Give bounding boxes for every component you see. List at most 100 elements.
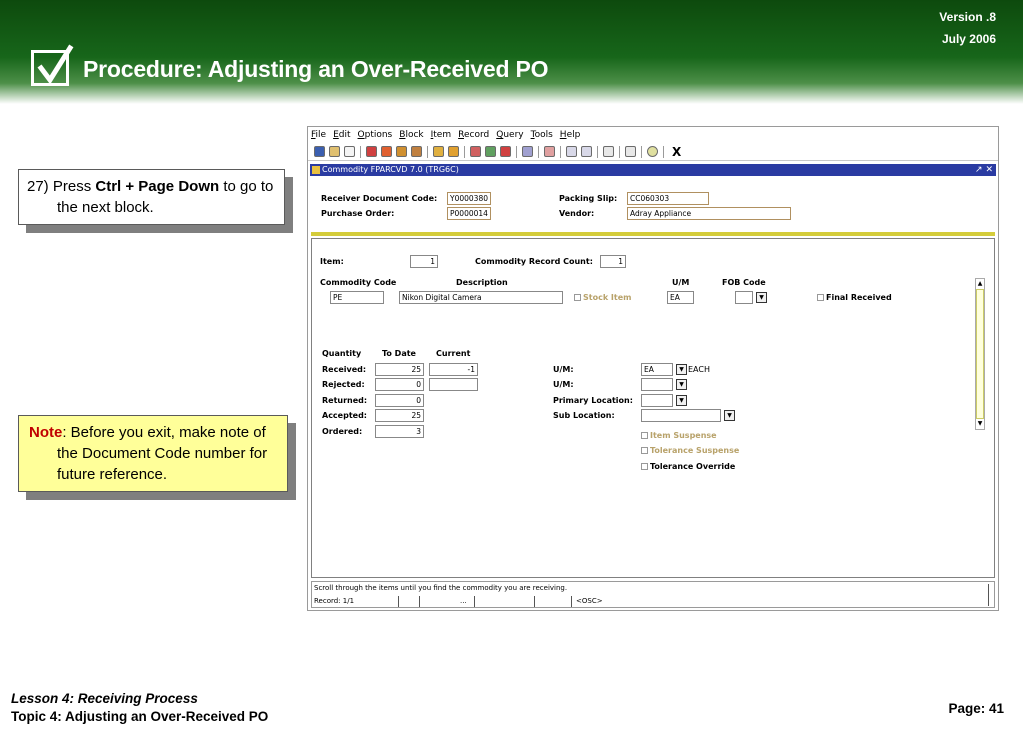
menu-tools[interactable]: Tools <box>531 130 553 140</box>
step-number: 27) <box>27 178 49 195</box>
exit-query-icon[interactable] <box>500 146 511 157</box>
next-block-icon[interactable] <box>411 146 422 157</box>
item-field[interactable]: 1 <box>410 255 438 268</box>
exit-button[interactable]: X <box>672 145 681 159</box>
fob-code-dropdown-icon[interactable]: ▼ <box>756 292 767 303</box>
commodity-code-field[interactable]: PE <box>330 291 384 304</box>
stock-item-checkbox[interactable]: Stock Item <box>574 293 632 302</box>
receiver-doc-field[interactable]: Y0000380 <box>447 192 491 205</box>
accepted-to-date-field[interactable]: 25 <box>375 409 424 422</box>
toolbar-separator <box>464 145 465 158</box>
received-current-field[interactable]: -1 <box>429 363 478 376</box>
footer-lesson-info: Lesson 4: Receiving Process Topic 4: Adj… <box>11 690 268 726</box>
toolbar-separator <box>516 145 517 158</box>
status-divider <box>534 596 535 607</box>
calculator-icon[interactable] <box>566 146 577 157</box>
menu-file[interactable]: File <box>311 130 326 140</box>
returned-label: Returned: <box>322 396 368 405</box>
move-icon[interactable] <box>625 146 636 157</box>
menu-bar: File Edit Options Block Item Record Quer… <box>308 127 998 143</box>
checkmark-icon <box>31 44 74 86</box>
rollback-icon[interactable] <box>329 146 340 157</box>
form-window-icon <box>312 166 320 174</box>
execute-query-icon[interactable] <box>448 146 459 157</box>
um-field[interactable]: EA <box>667 291 694 304</box>
vendor-field[interactable]: Adray Appliance <box>627 207 791 220</box>
menu-help[interactable]: Help <box>560 130 581 140</box>
um2-dropdown-icon[interactable]: ▼ <box>676 379 687 390</box>
scroll-down-icon[interactable]: ▼ <box>976 419 984 429</box>
toolbar-separator <box>360 145 361 158</box>
primary-location-dropdown-icon[interactable]: ▼ <box>676 395 687 406</box>
um1-label: U/M: <box>553 365 574 374</box>
window-controls[interactable]: ↗ ✕ <box>975 164 993 176</box>
step-key-combo: Ctrl + Page Down <box>95 178 220 195</box>
hand-icon[interactable] <box>603 146 614 157</box>
menu-item[interactable]: Item <box>431 130 452 140</box>
returned-to-date-field[interactable]: 0 <box>375 394 424 407</box>
final-received-label: Final Received <box>826 293 892 302</box>
record-count-field[interactable]: 1 <box>600 255 626 268</box>
item-label: Item: <box>320 257 344 266</box>
form-icon[interactable] <box>485 146 496 157</box>
packing-slip-field[interactable]: CC060303 <box>627 192 709 205</box>
lesson-title: Lesson 4: Receiving Process <box>11 691 198 706</box>
received-to-date-field[interactable]: 25 <box>375 363 424 376</box>
checkbox-box <box>574 294 581 301</box>
purchase-order-field[interactable]: P0000014 <box>447 207 491 220</box>
toolbar: X <box>308 143 998 161</box>
print-icon[interactable] <box>470 146 481 157</box>
tolerance-suspense-checkbox[interactable]: Tolerance Suspense <box>641 446 739 455</box>
description-field[interactable]: Nikon Digital Camera <box>399 291 563 304</box>
form-title-bar: Commodity FPARCVD 7.0 (TRG6C) ↗ ✕ <box>310 164 996 176</box>
osc-indicator: <OSC> <box>576 597 603 605</box>
um2-field[interactable] <box>641 378 673 391</box>
page-number: Page: 41 <box>948 701 1004 716</box>
sub-location-dropdown-icon[interactable]: ▼ <box>724 410 735 421</box>
ordered-to-date-field[interactable]: 3 <box>375 425 424 438</box>
fob-code-field[interactable] <box>735 291 753 304</box>
previous-block-icon[interactable] <box>396 146 407 157</box>
tolerance-override-checkbox[interactable]: Tolerance Override <box>641 462 735 471</box>
status-divider <box>474 596 475 607</box>
remove-record-icon[interactable] <box>381 146 392 157</box>
menu-block[interactable]: Block <box>399 130 423 140</box>
topic-title: Topic 4: Adjusting an Over-Received PO <box>11 709 269 724</box>
menu-edit[interactable]: Edit <box>333 130 350 140</box>
status-divider <box>419 596 420 607</box>
rejected-label: Rejected: <box>322 380 365 389</box>
menu-query[interactable]: Query <box>496 130 523 140</box>
toolbar-separator <box>427 145 428 158</box>
version-label: Version .8 <box>939 10 996 24</box>
insert-record-icon[interactable] <box>366 146 377 157</box>
calendar-icon[interactable] <box>581 146 592 157</box>
sub-location-field[interactable] <box>641 409 721 422</box>
um1-dropdown-icon[interactable]: ▼ <box>676 364 687 375</box>
scroll-thumb[interactable] <box>976 289 984 419</box>
menu-options[interactable]: Options <box>358 130 393 140</box>
menu-record[interactable]: Record <box>458 130 489 140</box>
item-scrollbar[interactable]: ▲ ▼ <box>975 278 985 430</box>
tolerance-override-label: Tolerance Override <box>650 462 736 471</box>
col-fob-code: FOB Code <box>722 278 766 287</box>
item-suspense-checkbox[interactable]: Item Suspense <box>641 431 717 440</box>
scroll-up-icon[interactable]: ▲ <box>976 279 984 289</box>
save-icon[interactable] <box>314 146 325 157</box>
rejected-to-date-field[interactable]: 0 <box>375 378 424 391</box>
rejected-current-field[interactable] <box>429 378 478 391</box>
um1-field[interactable]: EA <box>641 363 673 376</box>
ordered-label: Ordered: <box>322 427 363 436</box>
final-received-checkbox[interactable]: Final Received <box>817 293 892 302</box>
col-commodity-code: Commodity Code <box>320 278 397 287</box>
enter-query-icon[interactable] <box>433 146 444 157</box>
status-divider <box>988 584 989 606</box>
primary-location-field[interactable] <box>641 394 673 407</box>
help-icon[interactable] <box>647 146 658 157</box>
options-icon[interactable] <box>522 146 533 157</box>
status-ellipsis: ... <box>460 597 467 605</box>
printer-icon[interactable] <box>544 146 555 157</box>
record-count-label: Commodity Record Count: <box>475 257 593 266</box>
col-current: Current <box>436 349 471 358</box>
select-icon[interactable] <box>344 146 355 157</box>
slide-header: Version .8 July 2006 Procedure: Adjustin… <box>0 0 1023 104</box>
